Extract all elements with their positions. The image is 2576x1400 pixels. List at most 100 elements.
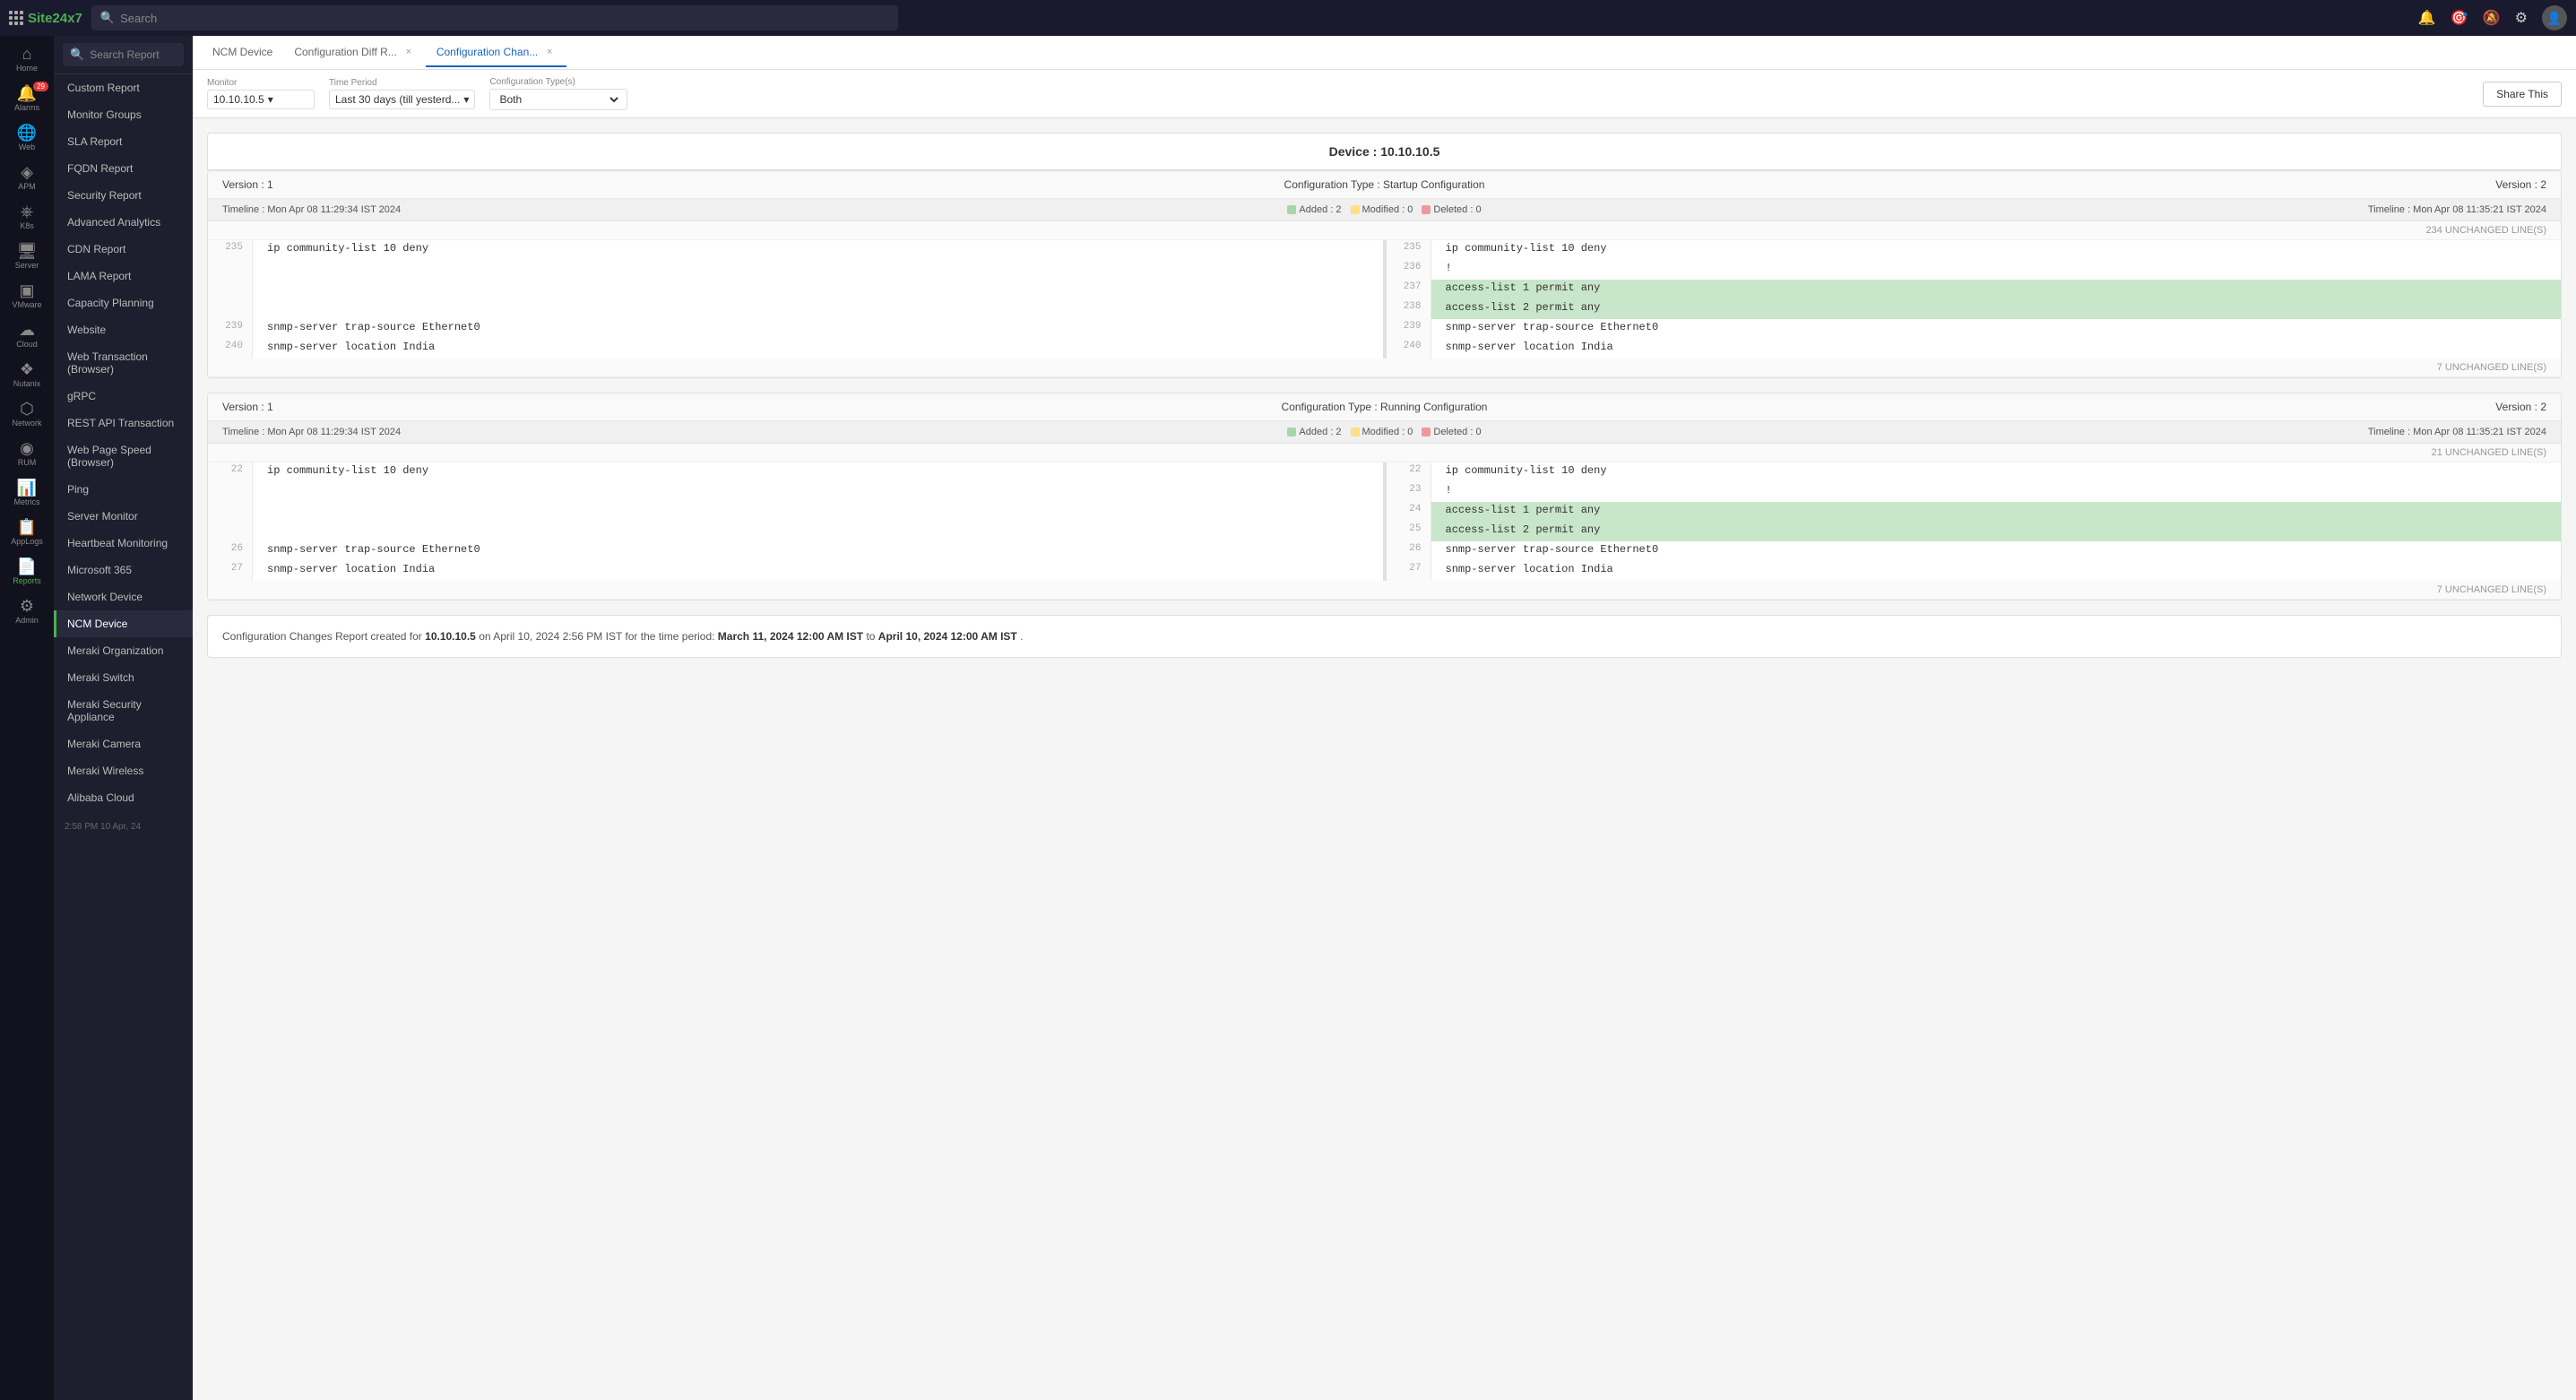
legend-modified-running: Modified : 0 (1351, 427, 1413, 437)
legend-modified-startup: Modified : 0 (1351, 204, 1413, 215)
line-num-right: 27 (1387, 561, 1431, 581)
footer-prefix: Configuration Changes Report created for (222, 630, 425, 643)
nutanix-icon: ❖ (20, 361, 34, 377)
admin-label: Admin (15, 616, 39, 625)
sidebar-item-advanced-analytics[interactable]: Advanced Analytics (54, 209, 193, 236)
top-bar-icons: 🔔 🎯 🔕 ⚙ 👤 (2418, 5, 2567, 30)
top-bar: Site24x7 🔍 🔔 🎯 🔕 ⚙ 👤 (0, 0, 2576, 36)
tab-config-change[interactable]: Configuration Chan...× (426, 39, 566, 67)
sidebar-item-custom-report[interactable]: Custom Report (54, 74, 193, 101)
diff-row: 235ip community-list 10 deny235ip commun… (208, 240, 2561, 260)
added-dot (1287, 205, 1296, 214)
sidebar-item-ncm-device[interactable]: NCM Device (54, 610, 193, 637)
search-input[interactable] (120, 12, 889, 25)
icon-nav-item-home[interactable]: ⌂Home (2, 40, 52, 78)
app-logo[interactable]: Site24x7 (9, 11, 82, 26)
tab-ncm-device[interactable]: NCM Device (202, 39, 283, 67)
diff-row: 25access-list 2 permit any (208, 522, 2561, 541)
tab-close-config-change[interactable]: × (543, 46, 556, 58)
sidebar-item-meraki-camera[interactable]: Meraki Camera (54, 730, 193, 757)
line-num-left (208, 260, 253, 280)
sidebar-item-grpc[interactable]: gRPC (54, 383, 193, 410)
config-type-dropdown[interactable]: BothStartup ConfigurationRunning Configu… (496, 92, 621, 107)
icon-nav-item-applogs[interactable]: 📋AppLogs (2, 514, 52, 551)
icon-nav-item-reports[interactable]: 📄Reports (2, 553, 52, 591)
modified-label: Modified : 0 (1362, 427, 1413, 437)
tab-config-diff[interactable]: Configuration Diff R...× (283, 39, 426, 67)
sidebar-item-lama-report[interactable]: LAMA Report (54, 263, 193, 290)
diff-row: 22ip community-list 10 deny22ip communit… (208, 462, 2561, 482)
sidebar-item-microsoft-365[interactable]: Microsoft 365 (54, 557, 193, 583)
sidebar-item-meraki-switch[interactable]: Meraki Switch (54, 664, 193, 691)
icon-nav-item-k8s[interactable]: ⎈K8s (2, 198, 52, 236)
line-num-left (208, 299, 253, 319)
sidebar-item-web-page-speed[interactable]: Web Page Speed (Browser) (54, 436, 193, 476)
icon-nav-item-server[interactable]: 🖥Server (2, 238, 52, 275)
section-header-running: Version : 1 Configuration Type : Running… (208, 393, 2561, 421)
sidebar-search-input[interactable] (90, 48, 193, 61)
line-num-left: 240 (208, 339, 253, 359)
sidebar-item-website[interactable]: Website (54, 316, 193, 343)
timeline-right-running: Timeline : Mon Apr 08 11:35:21 IST 2024 (1966, 427, 2546, 437)
sidebar-item-security-report[interactable]: Security Report (54, 182, 193, 209)
tab-bar: NCM DeviceConfiguration Diff R...×Config… (193, 36, 2576, 70)
icon-nav-item-web[interactable]: 🌐Web (2, 119, 52, 157)
server-icon: 🖥 (17, 243, 38, 259)
sidebar-item-monitor-groups[interactable]: Monitor Groups (54, 101, 193, 128)
footer-mid: on April 10, 2024 2:56 PM IST for the ti… (476, 630, 718, 643)
config-type-running: Configuration Type : Running Configurati… (803, 401, 1966, 413)
sidebar-search[interactable]: 🔍 (63, 43, 184, 66)
diff-row: 238access-list 2 permit any (208, 299, 2561, 319)
line-content-left: snmp-server trap-source Ethernet0 (253, 541, 1383, 561)
config-section-startup: Version : 1 Configuration Type : Startup… (207, 170, 2562, 378)
alert-icon[interactable]: 🔕 (2483, 9, 2501, 27)
monitor-value: 10.10.10.5 (213, 93, 264, 106)
network-label: Network (12, 419, 41, 428)
icon-nav-item-nutanix[interactable]: ❖Nutanix (2, 356, 52, 393)
share-button[interactable]: Share This (2483, 82, 2562, 107)
line-content-left: snmp-server location India (253, 339, 1383, 359)
sidebar-item-alibaba-cloud[interactable]: Alibaba Cloud (54, 784, 193, 811)
avatar[interactable]: 👤 (2542, 5, 2567, 30)
deleted-label: Deleted : 0 (1433, 204, 1481, 215)
rum-icon: ◉ (20, 440, 34, 456)
time-period-label: Time Period (329, 78, 475, 88)
sidebar-item-capacity-planning[interactable]: Capacity Planning (54, 290, 193, 316)
config-type-select[interactable]: BothStartup ConfigurationRunning Configu… (489, 89, 627, 110)
sidebar-item-meraki-wireless[interactable]: Meraki Wireless (54, 757, 193, 784)
sidebar-item-meraki-organization[interactable]: Meraki Organization (54, 637, 193, 664)
global-search[interactable]: 🔍 (91, 5, 898, 30)
monitor-select[interactable]: 10.10.10.5 ▾ (207, 90, 315, 109)
modified-label: Modified : 0 (1362, 204, 1413, 215)
help-icon[interactable]: ⚙ (2515, 9, 2528, 27)
sidebar-item-heartbeat-monitoring[interactable]: Heartbeat Monitoring (54, 530, 193, 557)
sidebar-item-meraki-security[interactable]: Meraki Security Appliance (54, 691, 193, 730)
icon-nav-item-vmware[interactable]: ▣VMware (2, 277, 52, 315)
icon-nav-item-network[interactable]: ⬡Network (2, 395, 52, 433)
sidebar-item-network-device[interactable]: Network Device (54, 583, 193, 610)
bell-icon[interactable]: 🔔 (2418, 9, 2436, 27)
legend-added-startup: Added : 2 (1287, 204, 1341, 215)
target-icon[interactable]: 🎯 (2451, 9, 2468, 27)
sidebar-item-fqdn-report[interactable]: FQDN Report (54, 155, 193, 182)
diff-container-running: 22ip community-list 10 deny22ip communit… (208, 462, 2561, 581)
sidebar-item-rest-api[interactable]: REST API Transaction (54, 410, 193, 436)
time-period-select[interactable]: Last 30 days (till yesterd... ▾ (329, 90, 475, 109)
sidebar-item-web-transaction[interactable]: Web Transaction (Browser) (54, 343, 193, 383)
tab-close-config-diff[interactable]: × (402, 46, 415, 58)
diff-row: 23! (208, 482, 2561, 502)
search-icon: 🔍 (100, 11, 115, 25)
line-content-left (253, 299, 1383, 319)
sidebar-item-ping[interactable]: Ping (54, 476, 193, 503)
main-content: NCM DeviceConfiguration Diff R...×Config… (193, 36, 2576, 1400)
sidebar-item-sla-report[interactable]: SLA Report (54, 128, 193, 155)
sidebar-item-cdn-report[interactable]: CDN Report (54, 236, 193, 263)
icon-nav-item-cloud[interactable]: ☁Cloud (2, 316, 52, 354)
icon-nav-item-admin[interactable]: ⚙Admin (2, 592, 52, 630)
icon-nav-item-rum[interactable]: ◉RUM (2, 435, 52, 472)
metrics-icon: 📊 (17, 480, 37, 496)
icon-nav-item-metrics[interactable]: 📊Metrics (2, 474, 52, 512)
line-num-left (208, 502, 253, 522)
icon-nav-item-apm[interactable]: ◈APM (2, 159, 52, 196)
sidebar-item-server-monitor[interactable]: Server Monitor (54, 503, 193, 530)
